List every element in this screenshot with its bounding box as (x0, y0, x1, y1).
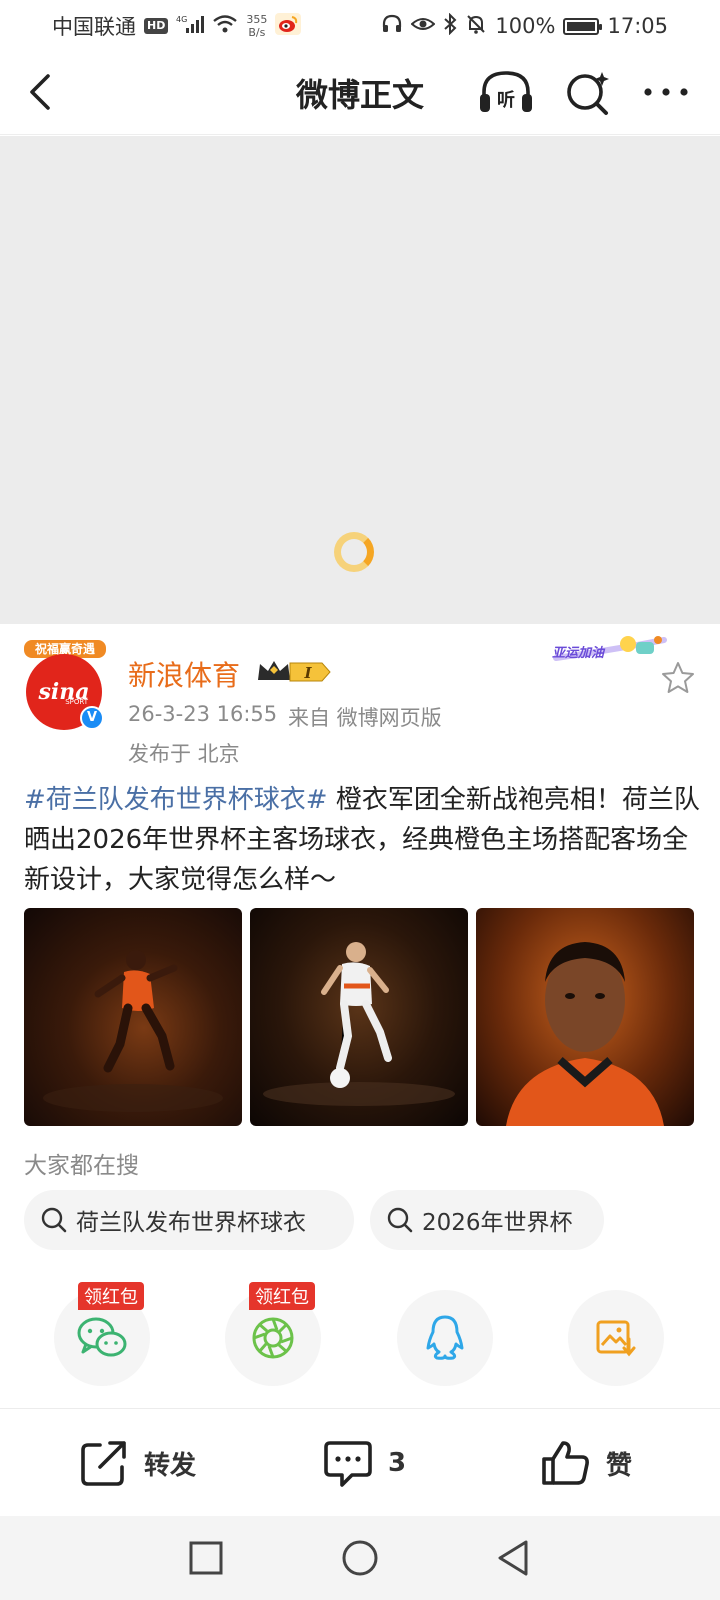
back-button[interactable] (22, 70, 66, 114)
recent-apps-button[interactable] (186, 1538, 226, 1578)
post-location: 发布于 北京 (128, 742, 240, 766)
verified-badge-icon: V (80, 706, 104, 730)
like-label: 赞 (606, 1450, 633, 1481)
search-icon (41, 1207, 67, 1233)
search-chip-label: 2026年世界杯 (422, 1210, 573, 1236)
photo-2[interactable] (250, 908, 468, 1126)
avatar-subtext: SPORT (65, 698, 88, 706)
player-with-ball-image (263, 942, 455, 1106)
search-chip-label: 荷兰队发布世界杯球衣 (76, 1210, 306, 1236)
net-speed-unit: B/s (248, 26, 266, 39)
back-arrow-icon (30, 74, 50, 110)
listen-label: 听 (497, 89, 515, 111)
square-icon (189, 1541, 223, 1575)
like-button[interactable]: 赞 (540, 1434, 632, 1492)
page-title: 微博正文 (295, 76, 424, 114)
status-right: 100% 17:05 (381, 12, 668, 40)
listen-button[interactable]: 听 (478, 68, 534, 118)
share-qq-button[interactable] (397, 1290, 493, 1386)
comment-icon (324, 1441, 372, 1487)
crown-icon: I (258, 661, 331, 682)
member-crown-badge[interactable]: I (256, 658, 332, 686)
home-button[interactable] (340, 1538, 380, 1578)
more-button[interactable] (638, 70, 694, 114)
author-name[interactable]: 新浪体育 (128, 654, 240, 694)
headphone-listen-icon: 听 (480, 71, 532, 112)
share-moments-button[interactable]: 领红包 (225, 1282, 321, 1386)
system-back-button[interactable] (494, 1538, 534, 1578)
moments-icon (252, 1317, 294, 1359)
search-chip-1[interactable]: 荷兰队发布世界杯球衣 (24, 1190, 354, 1250)
action-bar: 转发 3 赞 (0, 1410, 720, 1516)
red-packet-tag: 领红包 (249, 1282, 315, 1310)
player-portrait-image (506, 942, 664, 1126)
action-divider (0, 1408, 720, 1409)
search-icon (387, 1207, 413, 1233)
battery-icon (563, 17, 603, 35)
search-button[interactable] (562, 68, 614, 120)
net-speed-value: 355 (246, 13, 268, 26)
repost-icon (81, 1441, 126, 1486)
campaign-text: 亚运加油 (552, 646, 605, 661)
nav-bar: 微博正文 听 (0, 52, 720, 135)
status-left: 中国联通 HD 4G 355 B/s (52, 11, 302, 41)
comment-button[interactable]: 3 (322, 1434, 406, 1492)
wechat-icon (77, 1317, 127, 1357)
system-nav-bar (0, 1516, 720, 1600)
repost-button[interactable]: 转发 (78, 1434, 196, 1492)
share-wechat-button[interactable]: 领红包 (54, 1282, 150, 1386)
photo-grid (24, 908, 696, 1128)
eye-icon (410, 14, 436, 39)
battery-percent: 100% (495, 14, 556, 38)
player-running-image (43, 950, 223, 1112)
post-time: 26-3-23 16:55 (128, 702, 278, 726)
post-hashtag[interactable]: #荷兰队发布世界杯球衣# (24, 785, 328, 815)
more-dots-icon (644, 88, 688, 96)
carrier-name: 中国联通 (52, 15, 136, 39)
repost-label: 转发 (144, 1450, 197, 1481)
signal-icon: 4G (176, 14, 205, 39)
weibo-notify-icon (275, 12, 302, 40)
bluetooth-icon (443, 12, 457, 40)
comment-count: 3 (388, 1448, 407, 1478)
red-packet-tag: 领红包 (78, 1282, 144, 1310)
save-image-button[interactable] (568, 1290, 664, 1386)
search-chip-2[interactable]: 2026年世界杯 (370, 1190, 604, 1250)
qq-icon (426, 1315, 464, 1360)
save-image-icon (596, 1320, 636, 1357)
hd-badge: HD (144, 18, 169, 34)
status-bar: 中国联通 HD 4G 355 B/s 100% 17:05 (0, 0, 720, 52)
clock: 17:05 (607, 14, 668, 38)
triangle-back-icon (498, 1540, 528, 1576)
mute-bell-icon (465, 13, 487, 40)
post-body: #荷兰队发布世界杯球衣# 橙衣军团全新战袍亮相！荷兰队晒出2026年世界杯主客场… (24, 780, 700, 900)
trending-search-label: 大家都在搜 (24, 1153, 139, 1179)
headphone-icon (381, 13, 403, 40)
photo-3[interactable] (476, 908, 694, 1126)
member-level: I (303, 664, 312, 682)
wifi-icon (212, 14, 238, 39)
thumbs-up-icon (542, 1441, 589, 1485)
loading-spinner-icon (334, 532, 374, 572)
author-avatar[interactable]: 祝福赢奇遇 sina SPORT V (24, 640, 106, 730)
circle-icon (342, 1540, 378, 1576)
star-icon (662, 662, 694, 693)
search-sparkle-icon (567, 72, 609, 115)
favorite-button[interactable] (660, 660, 696, 696)
net-speed: 355 B/s (246, 13, 267, 39)
photo-1[interactable] (24, 908, 242, 1126)
net-type-text: 4G (176, 15, 187, 24)
post-source: 来自 微博网页版 (288, 706, 442, 730)
